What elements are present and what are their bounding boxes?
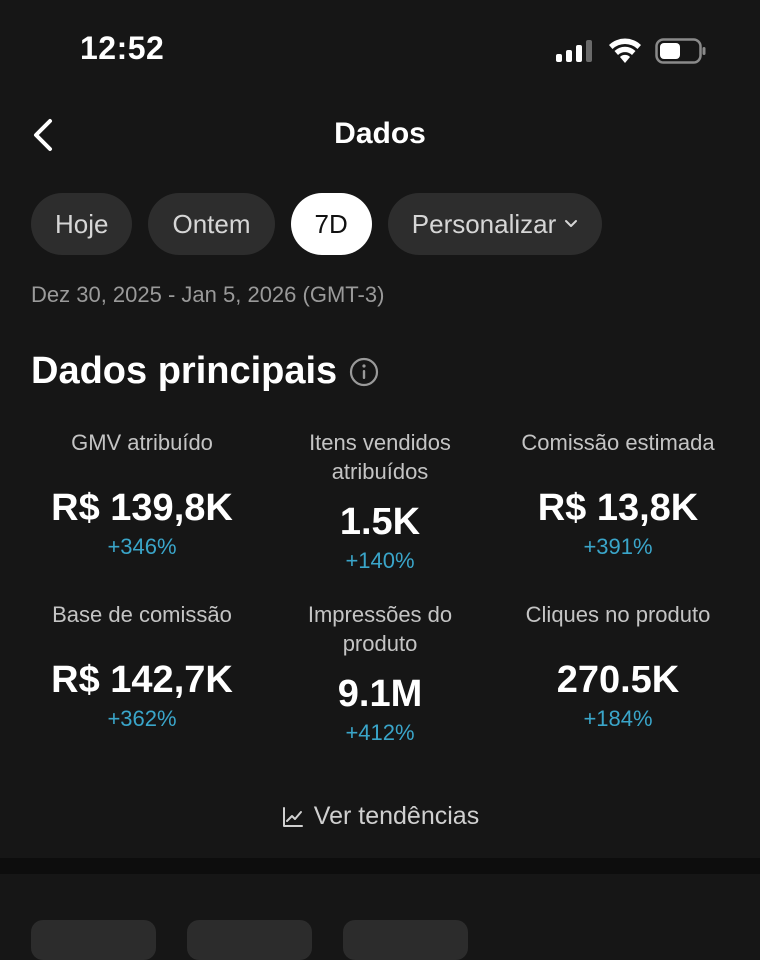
- wifi-icon: [609, 38, 641, 63]
- metric-label: Impressões do produto: [307, 602, 453, 656]
- view-trends-label: Ver tendências: [313, 802, 480, 830]
- metric-items-sold[interactable]: Itens vendidos atribuídos 1.5K +140%: [260, 428, 500, 574]
- chevron-down-icon: [565, 220, 578, 227]
- filter-yesterday[interactable]: Ontem: [148, 193, 275, 255]
- metric-estimated-commission[interactable]: Comissão estimada R$ 13,8K +391%: [498, 428, 738, 560]
- date-range-text: Dez 30, 2025 - Jan 5, 2026 (GMT-3): [31, 282, 385, 307]
- card-placeholder: [187, 920, 312, 960]
- filter-today[interactable]: Hoje: [31, 193, 133, 255]
- card-placeholder: [31, 920, 156, 960]
- metric-label: Comissão estimada: [521, 430, 715, 455]
- status-time: 12:52: [80, 30, 165, 66]
- metric-delta: +362%: [107, 706, 177, 731]
- filter-7d-label: 7D: [314, 208, 348, 239]
- filter-7d[interactable]: 7D: [290, 193, 372, 255]
- metric-value: R$ 139,8K: [51, 487, 233, 529]
- trend-chart-icon: [282, 806, 303, 827]
- metric-label: Itens vendidos atribuídos: [309, 430, 451, 484]
- section-title: Dados principais: [31, 350, 379, 393]
- filter-custom[interactable]: Personalizar: [387, 193, 603, 255]
- metric-delta: +184%: [583, 706, 653, 731]
- metric-delta: +140%: [345, 548, 415, 573]
- metric-delta: +412%: [345, 720, 415, 745]
- metric-delta: +346%: [107, 534, 177, 559]
- metric-value: 1.5K: [339, 501, 421, 543]
- metric-label: Cliques no produto: [525, 602, 711, 627]
- metric-commission-base[interactable]: Base de comissão R$ 142,7K +362%: [22, 600, 262, 732]
- metric-value: 270.5K: [556, 659, 680, 701]
- metric-gmv[interactable]: GMV atribuído R$ 139,8K +346%: [22, 428, 262, 560]
- card-placeholder: [343, 920, 468, 960]
- navigation-header: Dados: [0, 105, 760, 165]
- info-icon[interactable]: [349, 357, 379, 387]
- filter-today-label: Hoje: [55, 208, 109, 239]
- metric-label: GMV atribuído: [71, 430, 213, 455]
- date-filter-tabs: Hoje Ontem 7D Personalizar: [31, 193, 603, 255]
- filter-yesterday-label: Ontem: [172, 208, 251, 239]
- metric-label: Base de comissão: [52, 602, 232, 627]
- section-divider: [0, 858, 760, 874]
- metric-value: R$ 142,7K: [51, 659, 233, 701]
- page-title: Dados: [334, 117, 426, 150]
- section-title-text: Dados principais: [31, 350, 338, 392]
- metric-impressions[interactable]: Impressões do produto 9.1M +412%: [260, 600, 500, 746]
- metric-delta: +391%: [583, 534, 653, 559]
- metric-value: R$ 13,8K: [537, 487, 699, 529]
- signal-icon: [556, 40, 594, 62]
- view-trends-link[interactable]: Ver tendências: [0, 802, 760, 831]
- filter-custom-label: Personalizar: [411, 208, 557, 239]
- battery-icon: [655, 38, 706, 64]
- metric-product-clicks[interactable]: Cliques no produto 270.5K +184%: [498, 600, 738, 732]
- metric-value: 9.1M: [337, 673, 423, 715]
- status-bar: 12:52: [0, 0, 760, 100]
